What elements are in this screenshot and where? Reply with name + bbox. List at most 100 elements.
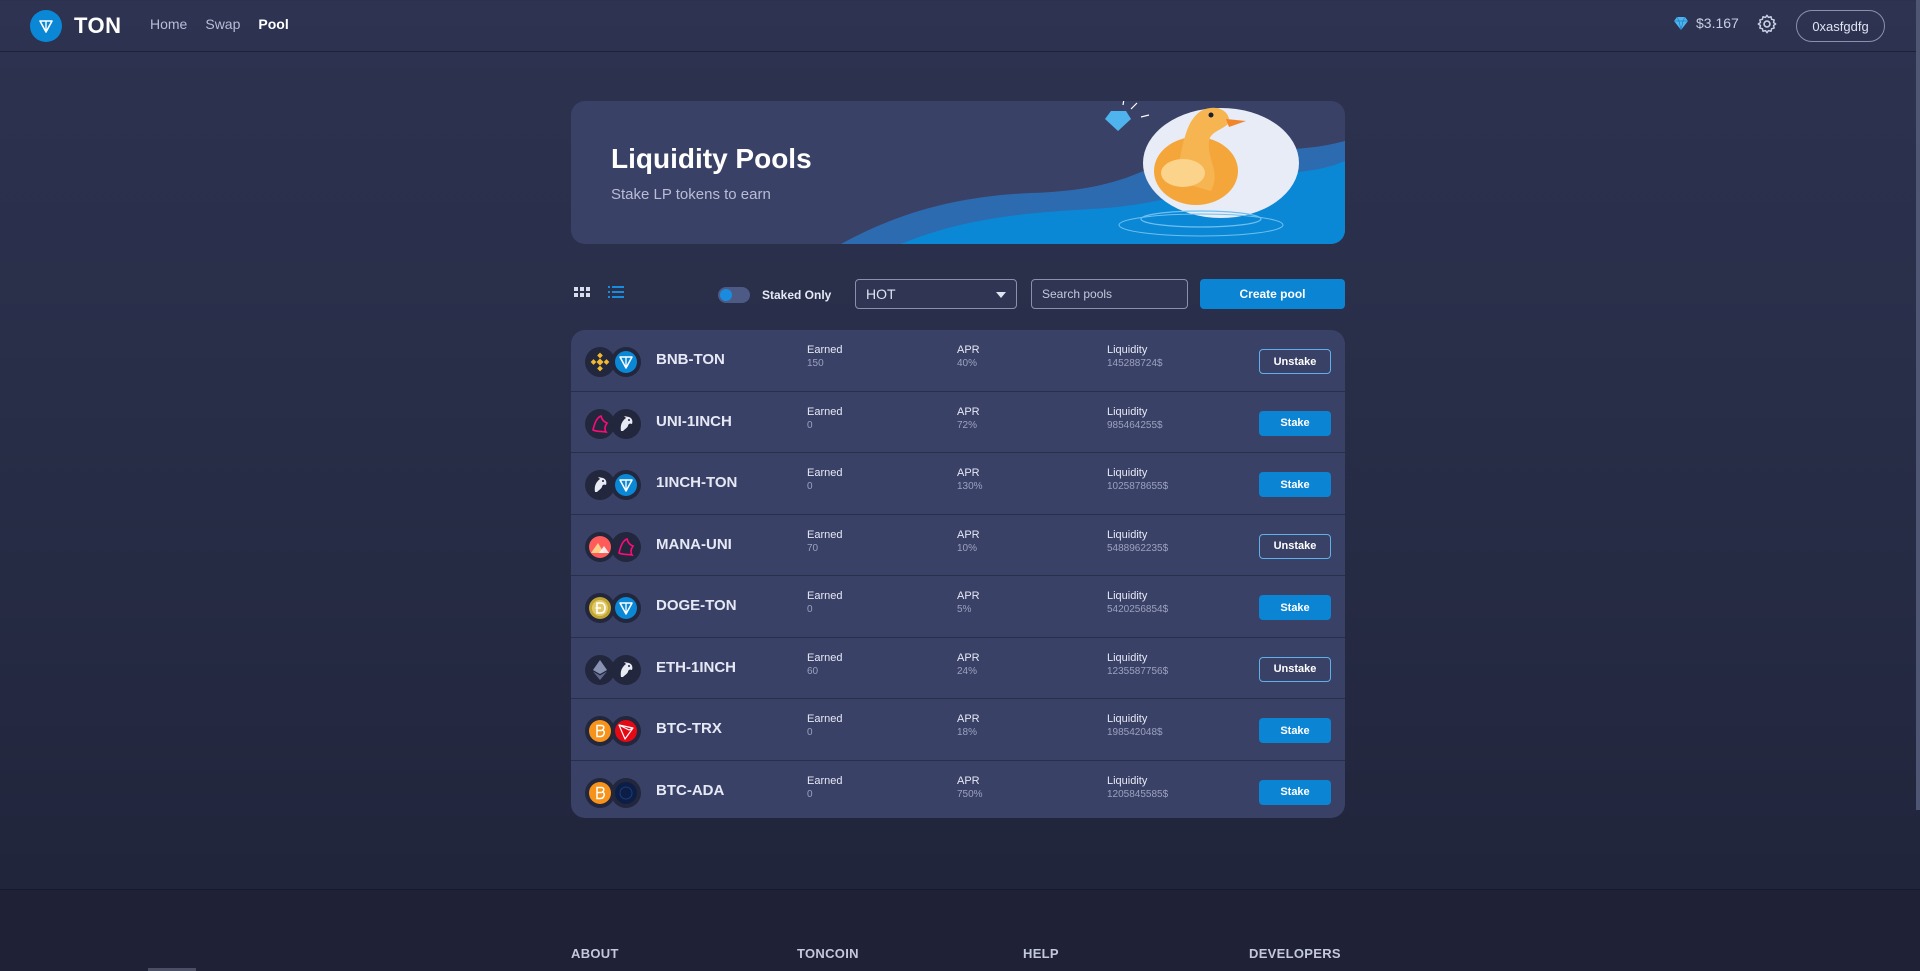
uni-coin-icon bbox=[611, 531, 641, 562]
apr-value: 750% bbox=[957, 788, 983, 800]
pool-row: MANA-UNI Earned 70 APR 10% Liquidity 548… bbox=[571, 515, 1345, 576]
pair-icons bbox=[585, 470, 641, 500]
chevron-down-icon bbox=[996, 292, 1006, 298]
earned-value: 70 bbox=[807, 542, 819, 554]
earned-label: Earned bbox=[807, 774, 843, 787]
ada-coin-icon bbox=[611, 777, 641, 808]
pair-icons bbox=[585, 593, 641, 623]
apr-label: APR bbox=[957, 774, 980, 787]
liquidity-column: Liquidity 1025878655$ bbox=[1107, 467, 1168, 492]
unstake-button[interactable]: Unstake bbox=[1259, 656, 1331, 682]
stake-button[interactable]: Stake bbox=[1259, 595, 1331, 620]
liquidity-label: Liquidity bbox=[1107, 467, 1148, 479]
earned-value: 0 bbox=[807, 481, 813, 492]
earned-column: Earned 0 bbox=[807, 467, 842, 492]
footer-developers[interactable]: DEVELOPERS bbox=[1249, 946, 1341, 961]
liquidity-column: Liquidity 145288724$ bbox=[1107, 344, 1163, 369]
list-view-icon[interactable] bbox=[607, 284, 625, 300]
nav-pool[interactable]: Pool bbox=[258, 16, 288, 32]
nav-swap[interactable]: Swap bbox=[205, 16, 240, 32]
ton-coin-icon bbox=[611, 347, 641, 377]
earned-value: 150 bbox=[807, 358, 824, 369]
apr-value: 10% bbox=[957, 542, 978, 554]
pair-icons bbox=[585, 654, 641, 685]
liquidity-value: 198542048$ bbox=[1107, 727, 1163, 738]
unstake-button[interactable]: Unstake bbox=[1259, 349, 1331, 374]
stake-button[interactable]: Stake bbox=[1259, 410, 1331, 436]
earned-label: Earned bbox=[807, 713, 843, 725]
pair-name: BNB-TON bbox=[656, 351, 725, 368]
main-nav: Home Swap Pool bbox=[150, 16, 289, 32]
earned-value: 0 bbox=[807, 419, 813, 431]
liquidity-value: 5488962235$ bbox=[1107, 542, 1169, 554]
earned-label: Earned bbox=[807, 590, 843, 602]
footer-about[interactable]: ABOUT bbox=[571, 946, 619, 961]
pools-list: BNB-TON Earned 150 APR 40% Liquidity 145… bbox=[571, 330, 1345, 818]
liquidity-label: Liquidity bbox=[1107, 713, 1148, 725]
nav-home[interactable]: Home bbox=[150, 16, 187, 32]
liquidity-column: Liquidity 985464255$ bbox=[1107, 406, 1163, 431]
apr-value: 5% bbox=[957, 604, 972, 615]
grid-view-icon[interactable] bbox=[573, 284, 591, 300]
earned-value: 60 bbox=[807, 665, 819, 677]
apr-label: APR bbox=[957, 590, 980, 602]
create-pool-button[interactable]: Create pool bbox=[1200, 279, 1345, 309]
earned-column: Earned 70 bbox=[807, 529, 842, 554]
staked-only-toggle[interactable] bbox=[718, 287, 750, 303]
pair-name: MANA-UNI bbox=[656, 535, 732, 553]
earned-label: Earned bbox=[807, 344, 843, 356]
liquidity-column: Liquidity 5420256854$ bbox=[1107, 590, 1168, 615]
liquidity-value: 985464255$ bbox=[1107, 419, 1163, 431]
pool-row: ETH-1INCH Earned 60 APR 24% Liquidity 12… bbox=[571, 638, 1345, 699]
earned-column: Earned 60 bbox=[807, 652, 842, 677]
liquidity-label: Liquidity bbox=[1107, 405, 1148, 418]
stake-button[interactable]: Stake bbox=[1259, 718, 1331, 743]
page-title: Liquidity Pools bbox=[611, 143, 812, 174]
apr-label: APR bbox=[957, 405, 980, 418]
stake-button[interactable]: Stake bbox=[1259, 779, 1331, 805]
earned-column: Earned 0 bbox=[807, 590, 842, 615]
pair-name: BTC-TRX bbox=[656, 720, 722, 737]
search-pools-input[interactable] bbox=[1031, 279, 1188, 309]
liquidity-label: Liquidity bbox=[1107, 651, 1148, 664]
brand-logo[interactable]: TON bbox=[30, 10, 122, 42]
unstake-button[interactable]: Unstake bbox=[1259, 533, 1331, 559]
top-header: TON Home Swap Pool $3.167 0xasfgdfg bbox=[0, 0, 1916, 52]
earned-value: 0 bbox=[807, 727, 813, 738]
apr-column: APR 24% bbox=[957, 652, 980, 677]
earned-label: Earned bbox=[807, 467, 843, 479]
earned-label: Earned bbox=[807, 528, 843, 541]
apr-label: APR bbox=[957, 528, 980, 541]
liquidity-label: Liquidity bbox=[1107, 590, 1148, 602]
pool-row: 1INCH-TON Earned 0 APR 130% Liquidity 10… bbox=[571, 453, 1345, 515]
liquidity-value: 5420256854$ bbox=[1107, 604, 1169, 615]
apr-column: APR 130% bbox=[957, 467, 983, 492]
page-subtitle: Stake LP tokens to earn bbox=[611, 186, 771, 203]
liquidity-label: Liquidity bbox=[1107, 528, 1148, 541]
page-scrollbar[interactable] bbox=[1916, 0, 1920, 810]
apr-column: APR 750% bbox=[957, 775, 983, 800]
liquidity-value: 1205845585$ bbox=[1107, 788, 1169, 800]
earned-column: Earned 0 bbox=[807, 406, 842, 431]
sort-select[interactable]: HOT bbox=[855, 279, 1017, 309]
pair-name: BTC-ADA bbox=[656, 781, 725, 799]
liquidity-column: Liquidity 1205845585$ bbox=[1107, 775, 1168, 800]
stake-button[interactable]: Stake bbox=[1259, 472, 1331, 497]
toggle-knob bbox=[720, 289, 732, 301]
wallet-address-button[interactable]: 0xasfgdfg bbox=[1796, 10, 1885, 42]
pool-row: BTC-TRX Earned 0 APR 18% Liquidity 19854… bbox=[571, 699, 1345, 761]
apr-column: APR 18% bbox=[957, 713, 980, 738]
1inch-coin-icon bbox=[611, 654, 641, 685]
settings-gear-icon[interactable] bbox=[1756, 13, 1778, 35]
earned-column: Earned 150 bbox=[807, 344, 842, 369]
staked-only-label: Staked Only bbox=[762, 288, 832, 302]
earned-label: Earned bbox=[807, 405, 843, 418]
pair-icons bbox=[585, 531, 641, 562]
earned-column: Earned 0 bbox=[807, 775, 842, 800]
pair-name: 1INCH-TON bbox=[656, 474, 738, 491]
footer-toncoin[interactable]: TONCOIN bbox=[797, 946, 859, 961]
pool-row: DOGE-TON Earned 0 APR 5% Liquidity 54202… bbox=[571, 576, 1345, 638]
apr-column: APR 40% bbox=[957, 344, 980, 369]
price-value: $3.167 bbox=[1696, 15, 1739, 31]
footer-help[interactable]: HELP bbox=[1023, 946, 1059, 961]
